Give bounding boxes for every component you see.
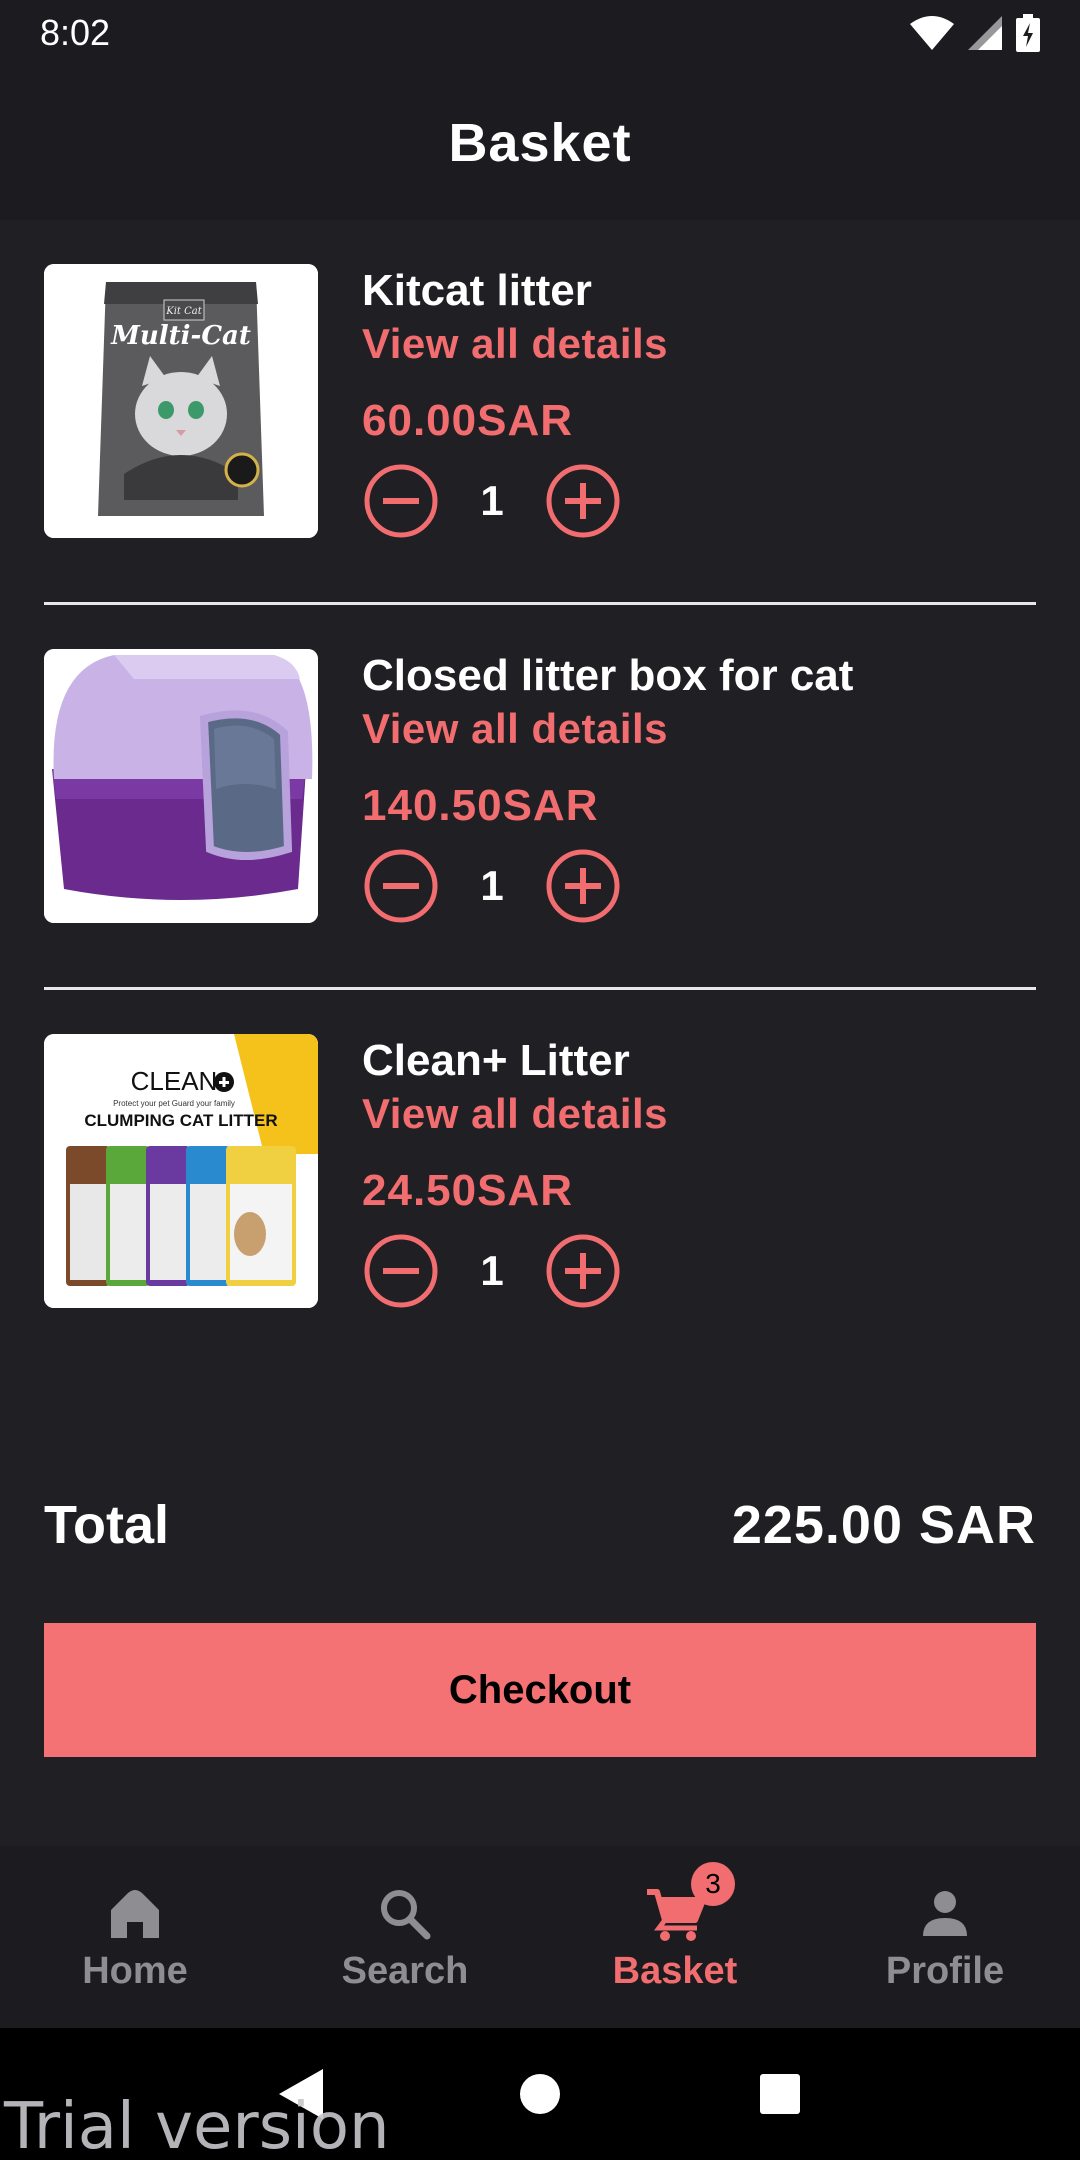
plus-circle-icon <box>546 1234 620 1308</box>
basket-item: CLEAN Protect your pet Guard your family… <box>44 990 1036 1375</box>
item-price: 140.50SAR <box>362 781 599 830</box>
nav-label-basket: Basket <box>612 1949 738 1992</box>
plus-circle-icon <box>546 849 620 923</box>
item-price: 60.00SAR <box>362 396 574 445</box>
home-system-button[interactable] <box>510 2064 570 2124</box>
nav-item-search[interactable]: Search <box>270 1846 540 2028</box>
package-slogan-text: Protect your pet Guard your family <box>113 1099 235 1108</box>
basket-list: Kit Cat Multi-Cat Kitcat litter View all… <box>44 220 1036 1375</box>
person-icon <box>923 1890 967 1936</box>
decrement-button[interactable] <box>362 462 440 540</box>
checkout-button[interactable]: Checkout <box>44 1623 1036 1757</box>
bottom-nav: Home Search 3 Basket Profile <box>0 1846 1080 2028</box>
cell-signal-icon <box>968 16 1002 50</box>
page-title: Basket <box>448 113 632 173</box>
recents-button[interactable] <box>750 2064 810 2124</box>
increment-button[interactable] <box>544 462 622 540</box>
increment-button[interactable] <box>544 847 622 925</box>
nav-label-home: Home <box>82 1949 188 1992</box>
status-bar: 8:02 <box>0 0 1080 66</box>
decrement-button[interactable] <box>362 1232 440 1310</box>
bag-brand-text: Kit Cat <box>165 306 202 317</box>
status-icons <box>910 14 1040 52</box>
trial-watermark: Trial version <box>4 2090 390 2160</box>
recents-square-icon <box>760 2074 800 2114</box>
quantity-stepper: 1 <box>362 462 1036 540</box>
quantity-value: 1 <box>480 1247 504 1294</box>
litter-bags-image[interactable]: CLEAN Protect your pet Guard your family… <box>44 1034 318 1308</box>
checkout-label: Checkout <box>448 1667 632 1712</box>
view-details-link[interactable]: View all details <box>362 1088 1036 1140</box>
item-price: 24.50SAR <box>362 1166 574 1215</box>
quantity-stepper: 1 <box>362 1232 1036 1310</box>
total-value: 225.00 SAR <box>731 1495 1036 1555</box>
minus-circle-icon <box>364 464 438 538</box>
basket-item: Closed litter box for cat View all detai… <box>44 605 1036 990</box>
item-name: Closed litter box for cat <box>362 651 854 700</box>
cart-count-badge: 3 <box>691 1861 735 1906</box>
increment-button[interactable] <box>544 1232 622 1310</box>
basket-item: Kit Cat Multi-Cat Kitcat litter View all… <box>44 220 1036 605</box>
view-details-link[interactable]: View all details <box>362 703 1036 755</box>
wifi-icon <box>910 16 954 50</box>
litter-box-image[interactable] <box>44 649 318 923</box>
nav-item-basket[interactable]: 3 Basket <box>540 1846 810 2028</box>
package-title-text: CLEAN <box>131 1066 218 1096</box>
item-info: Clean+ Litter View all details 24.50SAR … <box>362 1034 1036 1310</box>
bag-product-text: Multi-Cat <box>110 321 251 351</box>
home-icon <box>111 1889 159 1938</box>
battery-icon <box>1016 14 1040 52</box>
status-time: 8:02 <box>40 12 111 53</box>
quantity-value: 1 <box>480 477 504 524</box>
total-label: Total <box>44 1495 169 1555</box>
home-circle-icon <box>520 2074 560 2114</box>
litter-bag-image[interactable]: Kit Cat Multi-Cat <box>44 264 318 538</box>
quantity-stepper: 1 <box>362 847 1036 925</box>
total-row: Total 225.00 SAR <box>44 1490 1036 1560</box>
view-details-link[interactable]: View all details <box>362 318 1036 370</box>
decrement-button[interactable] <box>362 847 440 925</box>
package-subtitle-text: CLUMPING CAT LITTER <box>84 1111 277 1130</box>
nav-label-profile: Profile <box>885 1949 1005 1992</box>
app-bar: Basket <box>0 66 1080 220</box>
item-name: Kitcat litter <box>362 266 592 315</box>
item-name: Clean+ Litter <box>362 1036 630 1085</box>
plus-circle-icon <box>546 464 620 538</box>
minus-circle-icon <box>364 849 438 923</box>
search-icon <box>381 1889 431 1939</box>
quantity-value: 1 <box>480 862 504 909</box>
nav-item-home[interactable]: Home <box>0 1846 270 2028</box>
minus-circle-icon <box>364 1234 438 1308</box>
item-info: Kitcat litter View all details 60.00SAR … <box>362 264 1036 540</box>
nav-item-profile[interactable]: Profile <box>810 1846 1080 2028</box>
nav-label-search: Search <box>341 1949 469 1992</box>
item-info: Closed litter box for cat View all detai… <box>362 649 1036 925</box>
